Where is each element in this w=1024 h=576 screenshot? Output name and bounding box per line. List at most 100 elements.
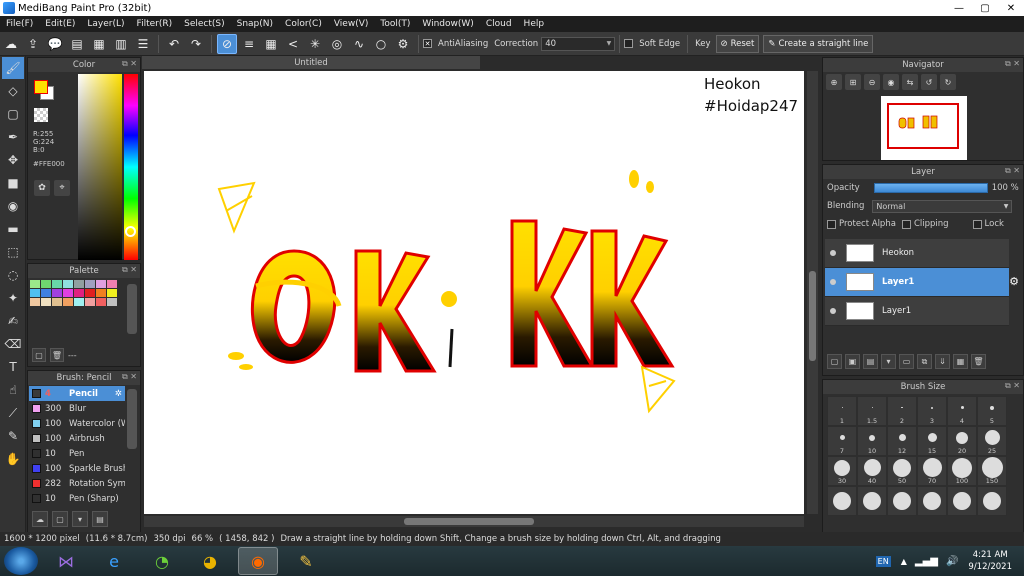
- snap-radial-icon[interactable]: ✳: [305, 34, 325, 54]
- menu-filter[interactable]: Filter(R): [131, 19, 179, 29]
- layer-settings-icon[interactable]: ▦: [953, 354, 968, 369]
- snap-grid-icon[interactable]: ▦: [261, 34, 281, 54]
- snap-vanish-icon[interactable]: <: [283, 34, 303, 54]
- transparent-color-swatch[interactable]: [34, 108, 48, 122]
- visibility-icon[interactable]: [830, 250, 836, 256]
- visibility-icon[interactable]: [830, 308, 836, 314]
- palette-swatch[interactable]: [96, 298, 106, 306]
- new-1bit-layer-icon[interactable]: ▤: [863, 354, 878, 369]
- grid-icon[interactable]: ▥: [111, 34, 131, 54]
- soft-edge-checkbox[interactable]: [624, 39, 634, 48]
- chat-icon[interactable]: ▤: [67, 34, 87, 54]
- brush-settings-gear-icon[interactable]: ✲: [115, 389, 122, 399]
- brush-item[interactable]: 282 Rotation Sym: [29, 476, 125, 491]
- undo-icon[interactable]: ↶: [164, 34, 184, 54]
- select-pen-icon[interactable]: ✍: [2, 310, 24, 332]
- snap-off-icon[interactable]: ⊘: [217, 33, 237, 54]
- hand-tool-icon[interactable]: ✋: [2, 448, 24, 470]
- brush-size-option[interactable]: [977, 486, 1007, 516]
- actual-size-icon[interactable]: ◉: [883, 74, 899, 90]
- snap-curve-icon[interactable]: ∿: [349, 34, 369, 54]
- snap-circle-icon[interactable]: ○: [371, 34, 391, 54]
- visibility-icon[interactable]: [830, 279, 836, 285]
- select-tool-icon[interactable]: ⬚: [2, 241, 24, 263]
- minimize-button[interactable]: —: [946, 0, 972, 16]
- gradient-tool-icon[interactable]: ▬: [2, 218, 24, 240]
- brush-list-scrollbar[interactable]: [127, 389, 137, 449]
- brush-size-option[interactable]: 30: [827, 456, 857, 486]
- palette-swatch[interactable]: [107, 298, 117, 306]
- palette-swatch[interactable]: [74, 298, 84, 306]
- canvas-vertical-scrollbar[interactable]: [807, 71, 818, 514]
- brush-item[interactable]: 10 Pen (Sharp): [29, 491, 125, 506]
- color-wheel-icon[interactable]: ✿: [34, 180, 50, 196]
- move-tool-icon[interactable]: ✥: [2, 149, 24, 171]
- palette-swatch[interactable]: [63, 280, 73, 288]
- text-tool-icon[interactable]: T: [2, 356, 24, 378]
- menu-help[interactable]: Help: [518, 19, 551, 29]
- palette-swatch[interactable]: [63, 298, 73, 306]
- lock-checkbox[interactable]: [972, 219, 982, 229]
- brush-item[interactable]: 10 Pen: [29, 446, 125, 461]
- palette-swatch[interactable]: [41, 280, 51, 288]
- comment-icon[interactable]: 💬: [45, 34, 65, 54]
- folder-icon[interactable]: ▭: [899, 354, 914, 369]
- rotate-left-icon[interactable]: ↺: [921, 74, 937, 90]
- opacity-slider[interactable]: [873, 183, 988, 193]
- palette-swatch[interactable]: [85, 298, 95, 306]
- select-eraser-icon[interactable]: ⌫: [2, 333, 24, 355]
- brush-item[interactable]: 300 Blur: [29, 401, 125, 416]
- scroll-thumb[interactable]: [809, 271, 816, 361]
- blending-select[interactable]: Normal ▼: [872, 199, 1013, 213]
- zoom-fit-icon[interactable]: ⊞: [845, 74, 861, 90]
- menu-edit[interactable]: Edit(E): [39, 19, 81, 29]
- network-icon[interactable]: ▂▄▆: [915, 556, 938, 567]
- palette-swatch[interactable]: [30, 280, 40, 288]
- brush-size-option[interactable]: 3: [917, 396, 947, 426]
- menu-tool[interactable]: Tool(T): [374, 19, 416, 29]
- brush-size-option[interactable]: 1.5: [857, 396, 887, 426]
- reset-button[interactable]: ⊘ Reset: [715, 34, 760, 53]
- brush-settings-icon[interactable]: ▤: [92, 511, 108, 527]
- brush-size-option[interactable]: 1: [827, 396, 857, 426]
- redo-icon[interactable]: ↷: [186, 34, 206, 54]
- palette-swatch[interactable]: [107, 289, 117, 297]
- snap-parallel-icon[interactable]: ≡: [239, 34, 259, 54]
- clock[interactable]: 4:21 AM 9/12/2021: [968, 549, 1012, 573]
- volume-icon[interactable]: 🔊: [946, 556, 958, 567]
- brush-item[interactable]: 100 Sparkle Brush: [29, 461, 125, 476]
- color-picker-icon[interactable]: ⌖: [54, 180, 70, 196]
- brush-size-option[interactable]: 25: [977, 426, 1007, 456]
- layer-settings-gear-icon[interactable]: ⚙: [1009, 275, 1019, 288]
- brush-size-option[interactable]: [917, 486, 947, 516]
- list-icon[interactable]: ☰: [133, 34, 153, 54]
- brush-size-option[interactable]: 15: [917, 426, 947, 456]
- cloud-icon[interactable]: ☁: [1, 34, 21, 54]
- menu-select[interactable]: Select(S): [178, 19, 231, 29]
- protect-alpha-checkbox[interactable]: [827, 219, 836, 229]
- brush-menu-icon[interactable]: ▾: [72, 511, 88, 527]
- layer-item[interactable]: Layer1 ⚙: [825, 268, 1019, 297]
- palette-swatch[interactable]: [107, 280, 117, 288]
- magic-wand-icon[interactable]: ✦: [2, 287, 24, 309]
- brush-size-option[interactable]: 70: [917, 456, 947, 486]
- palette-scrollbar[interactable]: [127, 284, 137, 334]
- drawing-canvas[interactable]: Heokon #Hoidap247: [144, 71, 804, 514]
- lasso-tool-icon[interactable]: ◌: [2, 264, 24, 286]
- brush-size-option[interactable]: 12: [887, 426, 917, 456]
- palette-swatch[interactable]: [41, 289, 51, 297]
- eyedropper-icon[interactable]: ✎: [2, 425, 24, 447]
- palette-swatch[interactable]: [30, 289, 40, 297]
- close-button[interactable]: ✕: [998, 0, 1024, 16]
- brush-size-option[interactable]: [947, 486, 977, 516]
- menu-window[interactable]: Window(W): [416, 19, 479, 29]
- palette-swatch[interactable]: [85, 289, 95, 297]
- brush-item[interactable]: 100 Airbrush: [29, 431, 125, 446]
- operation-tool-icon[interactable]: ☝: [2, 379, 24, 401]
- panel-options-icon[interactable]: ⧉ ✕: [1005, 59, 1020, 69]
- menu-view[interactable]: View(V): [328, 19, 375, 29]
- palette-swatch[interactable]: [63, 289, 73, 297]
- visual-studio-icon[interactable]: ⋈: [46, 547, 86, 575]
- brush-size-option[interactable]: 2: [887, 396, 917, 426]
- menu-file[interactable]: File(F): [0, 19, 39, 29]
